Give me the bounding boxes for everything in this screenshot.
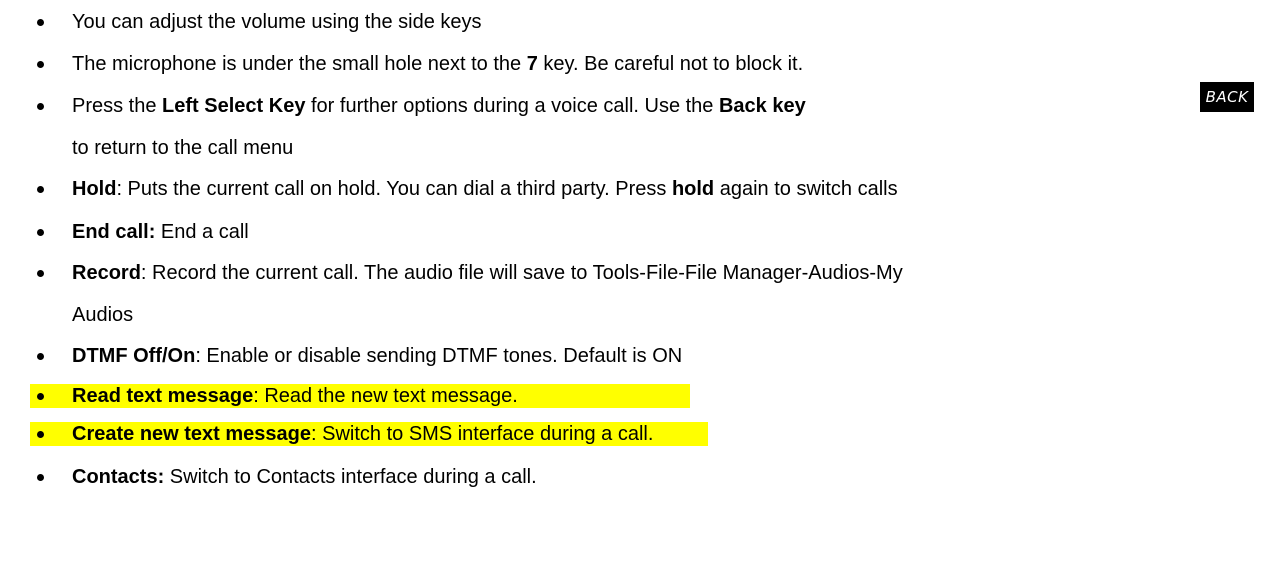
list-item: End call: End a call [0, 215, 1264, 255]
item-text: DTMF Off/On: Enable or disable sending D… [72, 345, 683, 367]
list-item: Hold: Puts the current call on hold. You… [0, 172, 1264, 212]
document-page: You can adjust the volume using the side… [0, 0, 1264, 577]
item-text: End call: End a call [72, 221, 249, 243]
list-item-highlighted: Create new text message: Switch to SMS i… [0, 417, 1264, 457]
item-text: Hold: Puts the current call on hold. You… [72, 178, 898, 200]
item-text: Create new text message: Switch to SMS i… [72, 423, 654, 445]
list-item: Press the Left Select Key for further op… [0, 89, 1264, 169]
bullet-icon [37, 229, 44, 236]
list-item-highlighted: Read text message: Read the new text mes… [0, 379, 1264, 419]
bullet-icon [37, 186, 44, 193]
bullet-icon [37, 270, 44, 277]
list-item: DTMF Off/On: Enable or disable sending D… [0, 339, 1264, 379]
back-key-icon: BACK [1200, 82, 1254, 112]
item-text: Read text message: Read the new text mes… [72, 385, 518, 407]
item-text: Record: Record the current call. The aud… [72, 262, 903, 284]
bullet-icon [37, 393, 44, 400]
bullet-icon [37, 61, 44, 68]
bullet-icon [37, 103, 44, 110]
item-text-continued: to return to the call menu [72, 137, 294, 159]
list-item: Record: Record the current call. The aud… [0, 256, 1264, 336]
item-text: Contacts: Switch to Contacts interface d… [72, 466, 537, 488]
bullet-icon [37, 431, 44, 438]
bullet-icon [37, 353, 44, 360]
bullet-icon [37, 19, 44, 26]
item-text: The microphone is under the small hole n… [72, 53, 804, 75]
list-item: The microphone is under the small hole n… [0, 47, 1264, 87]
item-text-continued: Audios [72, 304, 134, 326]
item-text: Press the Left Select Key for further op… [72, 95, 806, 117]
list-item: You can adjust the volume using the side… [0, 5, 1264, 45]
item-text: You can adjust the volume using the side… [72, 11, 482, 33]
bullet-icon [37, 474, 44, 481]
list-item: Contacts: Switch to Contacts interface d… [0, 460, 1264, 500]
